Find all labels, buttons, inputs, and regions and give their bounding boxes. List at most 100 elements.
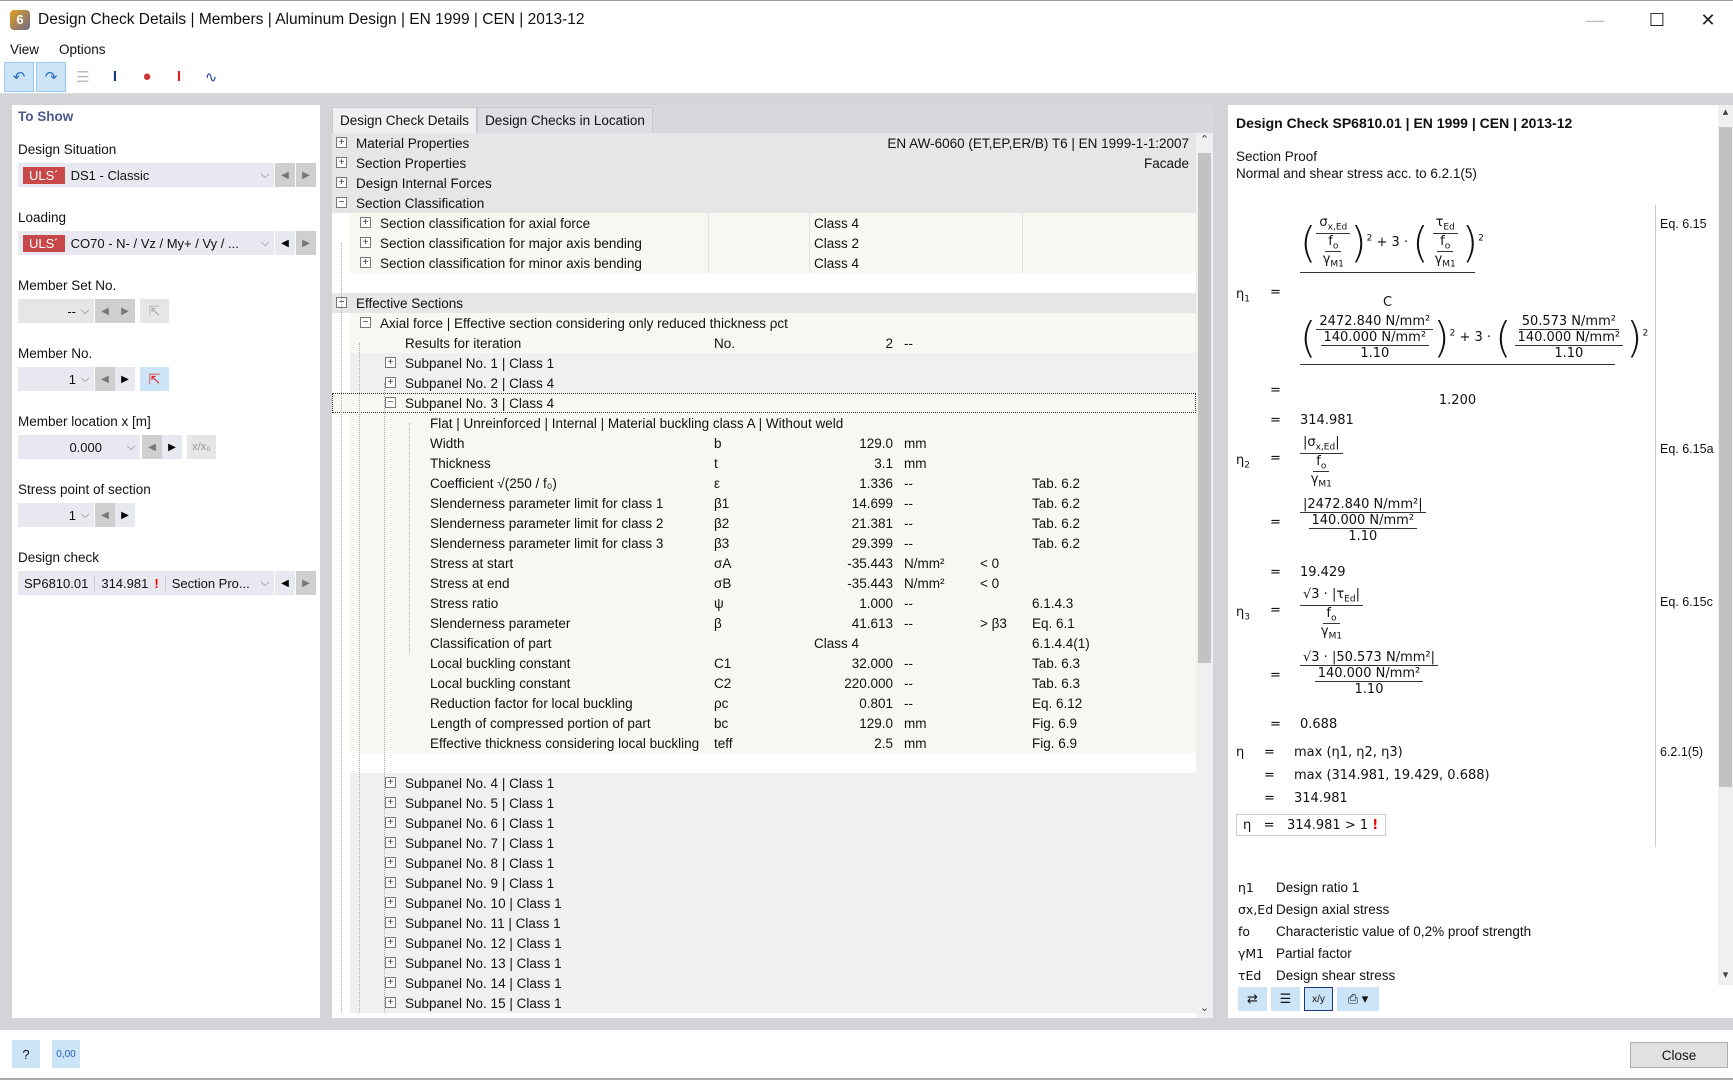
menu-view[interactable]: View (0, 42, 49, 57)
next-design-check-button[interactable]: ▶ (296, 571, 316, 595)
expand-icon[interactable]: + (385, 777, 396, 788)
scroll-down-icon[interactable]: ⌄ (1196, 1001, 1213, 1018)
next-member-button[interactable]: ▶ (115, 367, 135, 391)
expand-icon[interactable]: + (385, 877, 396, 888)
subpanel-row[interactable]: + Subpanel No. 6 | Class 1 (350, 813, 1196, 833)
help-icon[interactable]: ? (12, 1040, 40, 1068)
prev-location-button[interactable]: ◀ (142, 435, 162, 459)
section-icon[interactable]: I (100, 62, 130, 92)
expand-icon[interactable]: + (360, 217, 371, 228)
prev-loading-button[interactable]: ◀ (275, 231, 295, 255)
expand-icon[interactable]: + (385, 897, 396, 908)
member-info-icon[interactable]: I (164, 62, 194, 92)
prev-design-situation-button[interactable]: ◀ (275, 163, 295, 187)
pick-member-set-icon[interactable]: ⇱ (140, 299, 169, 323)
next-stress-point-button[interactable]: ▶ (115, 503, 135, 527)
minimize-button[interactable]: — (1570, 1, 1620, 39)
pick-member-icon[interactable]: ⇱ (140, 367, 169, 391)
subpanel-row[interactable]: + Subpanel No. 11 | Class 1 (350, 913, 1196, 933)
subpanel-row[interactable]: + Subpanel No. 8 | Class 1 (350, 853, 1196, 873)
tree-group-row[interactable]: + Design Internal Forces (332, 173, 1196, 193)
maximize-button[interactable]: ☐ (1632, 1, 1682, 39)
stress-point-select[interactable]: 1 ⌵ (18, 503, 94, 527)
expand-icon[interactable]: + (385, 357, 396, 368)
menu-options[interactable]: Options (49, 42, 116, 57)
classification-row[interactable]: + Section classification for minor axis b… (350, 253, 1196, 273)
collapse-icon[interactable]: − (385, 397, 396, 408)
expand-icon[interactable]: + (385, 837, 396, 848)
subpanel-row[interactable]: + Subpanel No. 1 | Class 1 (350, 353, 1196, 373)
tab-design-check-details[interactable]: Design Check Details (332, 107, 478, 133)
expand-icon[interactable]: + (385, 977, 396, 988)
units-decimals-icon[interactable]: 0,00 (52, 1040, 80, 1068)
subpanel-row[interactable]: + Subpanel No. 5 | Class 1 (350, 793, 1196, 813)
scrollbar-thumb[interactable] (1198, 153, 1211, 663)
design-check-select[interactable]: SP6810.01 314.981 ! Section Pro... ⌵ (18, 571, 274, 595)
tree-group-row[interactable]: − Effective Sections (332, 293, 1196, 313)
classification-row[interactable]: + Section classification for axial force C… (350, 213, 1196, 233)
scroll-down-icon[interactable]: ▾ (1718, 968, 1733, 985)
expand-icon[interactable]: + (385, 817, 396, 828)
prev-design-check-button[interactable]: ◀ (275, 571, 295, 595)
next-member-set-button[interactable]: ▶ (115, 299, 135, 323)
expand-icon[interactable]: + (385, 997, 396, 1008)
scrollbar-thumb[interactable] (1719, 127, 1732, 787)
expand-icon[interactable]: + (360, 257, 371, 268)
expand-icon[interactable]: + (385, 857, 396, 868)
subpanel-row[interactable]: + Subpanel No. 15 | Class 1 (350, 993, 1196, 1013)
expand-icon[interactable]: + (360, 237, 371, 248)
next-loading-button[interactable]: ▶ (296, 231, 316, 255)
collapse-icon[interactable]: − (336, 197, 347, 208)
subpanel-row[interactable]: + Subpanel No. 13 | Class 1 (350, 953, 1196, 973)
scroll-up-icon[interactable]: ▴ (1718, 105, 1733, 122)
tree-group-row[interactable]: + Section Properties Facade (332, 153, 1196, 173)
expand-icon[interactable]: + (385, 797, 396, 808)
expand-icon[interactable]: + (385, 917, 396, 928)
prev-member-set-button[interactable]: ◀ (95, 299, 115, 323)
scroll-up-icon[interactable]: ⌃ (1196, 133, 1213, 150)
next-location-button[interactable]: ▶ (162, 435, 182, 459)
subpanel-row[interactable]: + Subpanel No. 10 | Class 1 (350, 893, 1196, 913)
subpanel-row[interactable]: + Subpanel No. 12 | Class 1 (350, 933, 1196, 953)
close-button[interactable]: Close (1630, 1042, 1728, 1068)
member-set-select[interactable]: -- ⌵ (18, 299, 94, 323)
member-no-select[interactable]: 1 ⌵ (18, 367, 94, 391)
formula-view-icon[interactable]: x/y (1304, 987, 1333, 1011)
expand-icon[interactable]: + (336, 177, 347, 188)
next-design-situation-button[interactable]: ▶ (296, 163, 316, 187)
expand-icon[interactable]: + (336, 157, 347, 168)
relative-location-toggle[interactable]: x/x₀ (187, 435, 216, 459)
expand-icon[interactable]: + (336, 137, 347, 148)
tree-scrollbar[interactable]: ⌃ ⌄ (1196, 133, 1213, 1018)
expand-icon[interactable]: + (385, 937, 396, 948)
tree-group-row[interactable]: + Material Properties EN AW-6060 (ET,EP,ER… (332, 133, 1196, 153)
info-colors-icon[interactable]: ● (132, 62, 162, 92)
classification-row[interactable]: + Section classification for major axis b… (350, 233, 1196, 253)
close-window-button[interactable]: ✕ (1683, 1, 1733, 39)
subpanel-row[interactable]: + Subpanel No. 7 | Class 1 (350, 833, 1196, 853)
subpanel-row[interactable]: + Subpanel No. 14 | Class 1 (350, 973, 1196, 993)
prev-member-button[interactable]: ◀ (95, 367, 115, 391)
prev-check-icon[interactable]: ↶ (4, 61, 34, 92)
print-dropdown-icon[interactable]: ⎙ ▾ (1337, 987, 1379, 1011)
export-image-icon[interactable]: ⇄ (1238, 987, 1267, 1011)
design-situation-select[interactable]: ULS´ DS1 - Classic ⌵ (18, 163, 274, 187)
collapse-icon[interactable]: − (360, 317, 371, 328)
subpanel-row[interactable]: + Subpanel No. 2 | Class 4 (350, 373, 1196, 393)
subpanel-row[interactable]: + Subpanel No. 9 | Class 1 (350, 873, 1196, 893)
loading-select[interactable]: ULS´ CO70 - N- / Vz / My+ / Vy / ... ⌵ (18, 231, 274, 255)
formula-scrollbar[interactable]: ▴ ▾ (1718, 105, 1733, 985)
axial-force-row[interactable]: − Axial force | Effective section conside… (350, 313, 1196, 333)
prev-stress-point-button[interactable]: ◀ (95, 503, 115, 527)
tree-group-row[interactable]: − Section Classification (332, 193, 1196, 213)
subpanel-row[interactable]: + Subpanel No. 4 | Class 1 (350, 773, 1196, 793)
numbered-list-icon[interactable]: ☰ (1271, 987, 1300, 1011)
member-location-select[interactable]: 0.000 ⌵ (18, 435, 140, 459)
subpanel-row-selected[interactable]: − Subpanel No. 3 | Class 4 (332, 393, 1196, 413)
next-check-icon[interactable]: ↷ (36, 61, 66, 92)
expand-icon[interactable]: + (385, 377, 396, 388)
stress-diagram-icon[interactable]: ∿ (196, 62, 226, 92)
expand-icon[interactable]: + (385, 957, 396, 968)
sort-icon[interactable]: ☰ (68, 62, 98, 92)
tab-design-checks-in-location[interactable]: Design Checks in Location (477, 107, 653, 133)
